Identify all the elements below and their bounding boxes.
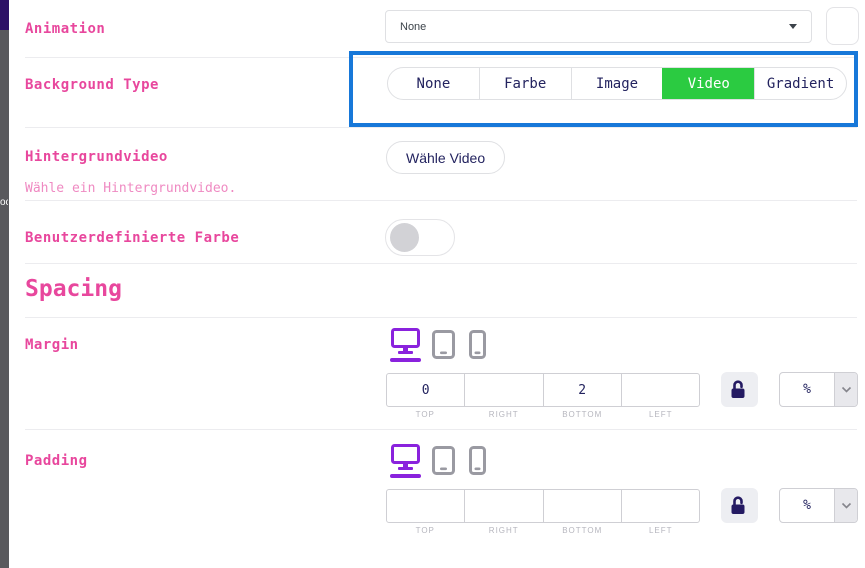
padding-label: Padding: [25, 453, 88, 469]
clipped-text-fragment: oc: [0, 197, 8, 211]
tablet-icon[interactable]: [432, 330, 455, 363]
desktop-icon[interactable]: [391, 444, 420, 475]
divider: [25, 317, 857, 318]
animation-select-value: None: [400, 21, 426, 33]
desktop-icon[interactable]: [391, 328, 420, 359]
side-label-left: LEFT: [622, 410, 701, 419]
active-device-indicator: [390, 358, 421, 362]
tablet-icon[interactable]: [432, 446, 455, 479]
animation-select[interactable]: None: [385, 10, 812, 43]
background-type-group: None Farbe Image Video Gradient: [387, 67, 847, 100]
background-video-label: Hintergrundvideo: [25, 149, 168, 165]
margin-link-values-button[interactable]: [721, 372, 758, 407]
background-type-option-video[interactable]: Video: [662, 68, 754, 99]
mobile-icon[interactable]: [469, 446, 486, 479]
background-type-option-none[interactable]: None: [388, 68, 479, 99]
side-label-left: LEFT: [622, 526, 701, 535]
background-page-edge: [0, 0, 9, 568]
truncated-edge-control[interactable]: [826, 7, 859, 45]
settings-panel: oc Animation None Background Type None F…: [0, 0, 865, 568]
side-label-right: RIGHT: [465, 410, 544, 419]
padding-unit-select[interactable]: %: [779, 488, 858, 523]
toggle-knob: [390, 223, 419, 252]
divider: [25, 263, 857, 264]
background-page-header-edge: [0, 0, 9, 30]
margin-bottom-input[interactable]: [544, 374, 621, 406]
mobile-icon[interactable]: [469, 330, 486, 363]
background-type-option-gradient[interactable]: Gradient: [754, 68, 846, 99]
margin-inputs: [386, 373, 700, 407]
choose-video-button[interactable]: Wähle Video: [386, 141, 505, 174]
background-type-option-farbe[interactable]: Farbe: [479, 68, 571, 99]
padding-side-labels: TOP RIGHT BOTTOM LEFT: [386, 526, 700, 535]
chevron-down-icon: [834, 489, 857, 522]
padding-top-input[interactable]: [387, 490, 464, 522]
unlock-icon: [730, 380, 749, 399]
padding-link-values-button[interactable]: [721, 488, 758, 523]
background-type-label: Background Type: [25, 77, 159, 93]
background-type-option-image[interactable]: Image: [571, 68, 663, 99]
chevron-down-icon: [834, 373, 857, 406]
divider: [25, 429, 857, 430]
spacing-section-title: Spacing: [25, 276, 122, 302]
margin-side-labels: TOP RIGHT BOTTOM LEFT: [386, 410, 700, 419]
custom-color-toggle[interactable]: [385, 219, 455, 256]
animation-label: Animation: [25, 21, 105, 37]
divider: [25, 127, 857, 128]
padding-bottom-input[interactable]: [544, 490, 621, 522]
unlock-icon: [730, 496, 749, 515]
custom-color-label: Benutzerdefinierte Farbe: [25, 230, 239, 246]
padding-right-input[interactable]: [465, 490, 542, 522]
side-label-bottom: BOTTOM: [543, 410, 622, 419]
margin-unit-value: %: [780, 373, 834, 406]
side-label-right: RIGHT: [465, 526, 544, 535]
side-label-bottom: BOTTOM: [543, 526, 622, 535]
margin-left-input[interactable]: [622, 374, 699, 406]
margin-top-input[interactable]: [387, 374, 464, 406]
padding-unit-value: %: [780, 489, 834, 522]
padding-inputs: [386, 489, 700, 523]
side-label-top: TOP: [386, 410, 465, 419]
background-video-description: Wähle ein Hintergrundvideo.: [25, 181, 236, 196]
padding-left-input[interactable]: [622, 490, 699, 522]
margin-right-input[interactable]: [465, 374, 542, 406]
divider: [25, 200, 857, 201]
margin-label: Margin: [25, 337, 79, 353]
dropdown-arrow-icon: [789, 24, 797, 29]
side-label-top: TOP: [386, 526, 465, 535]
margin-unit-select[interactable]: %: [779, 372, 858, 407]
active-device-indicator: [390, 474, 421, 478]
